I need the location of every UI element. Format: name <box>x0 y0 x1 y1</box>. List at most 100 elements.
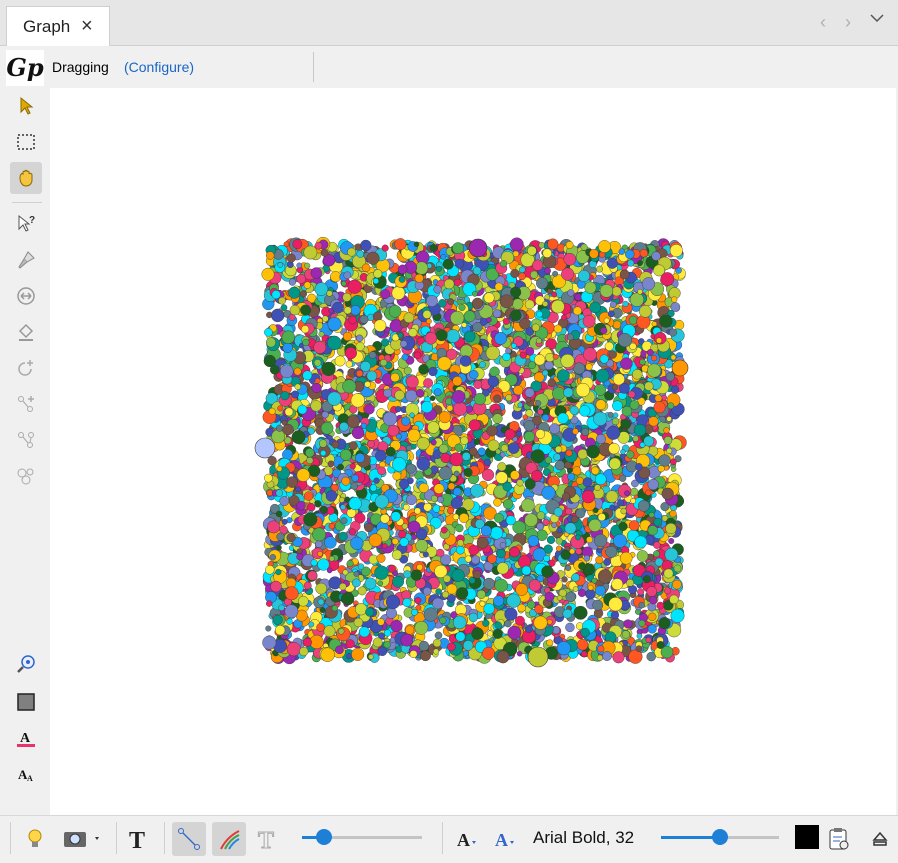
graph-node[interactable] <box>313 359 322 367</box>
graph-node[interactable] <box>598 240 611 253</box>
graph-node[interactable] <box>581 490 595 504</box>
graph-node[interactable] <box>591 466 600 475</box>
graph-node[interactable] <box>512 250 520 258</box>
graph-node[interactable] <box>355 341 365 351</box>
graph-node[interactable] <box>341 592 355 606</box>
graph-node[interactable] <box>639 304 652 318</box>
graph-node[interactable] <box>483 603 495 615</box>
graph-node[interactable] <box>355 603 368 616</box>
graph-node[interactable] <box>401 416 411 426</box>
graph-node[interactable] <box>366 251 380 265</box>
graph-node[interactable] <box>513 385 524 396</box>
graph-node[interactable] <box>546 619 553 625</box>
graph-node[interactable] <box>544 360 554 371</box>
graph-node[interactable] <box>476 536 489 549</box>
graph-node[interactable] <box>551 291 558 298</box>
graph-node[interactable] <box>440 254 447 260</box>
graph-node[interactable] <box>342 569 349 576</box>
graph-node[interactable] <box>578 562 586 570</box>
graph-node[interactable] <box>275 625 286 636</box>
graph-node[interactable] <box>595 585 606 596</box>
graph-node[interactable] <box>636 633 643 639</box>
graph-node[interactable] <box>320 647 335 662</box>
graph-node[interactable] <box>276 532 285 541</box>
graph-node[interactable] <box>422 310 432 319</box>
graph-node[interactable] <box>519 266 526 274</box>
graph-node[interactable] <box>455 545 465 555</box>
graph-node[interactable] <box>302 637 312 647</box>
graph-node[interactable] <box>612 320 622 330</box>
graph-node[interactable] <box>504 620 512 628</box>
graph-node[interactable] <box>368 351 377 359</box>
graph-node[interactable] <box>645 637 652 644</box>
graph-node[interactable] <box>364 404 375 415</box>
graph-node[interactable] <box>335 645 344 655</box>
graph-node[interactable] <box>386 607 398 619</box>
graph-node[interactable] <box>269 364 280 375</box>
graph-node[interactable] <box>608 457 621 470</box>
graph-node[interactable] <box>552 353 559 360</box>
graph-node[interactable] <box>331 605 338 612</box>
graph-node[interactable] <box>541 413 550 422</box>
graph-node[interactable] <box>567 289 575 297</box>
graph-node[interactable] <box>265 565 275 575</box>
graph-node[interactable] <box>628 315 638 325</box>
graph-node[interactable] <box>423 502 432 512</box>
graph-node[interactable] <box>471 291 478 297</box>
graph-node[interactable] <box>555 545 562 552</box>
graph-node[interactable] <box>399 478 410 490</box>
graph-node[interactable] <box>656 641 665 649</box>
graph-node[interactable] <box>473 380 483 389</box>
graph-node[interactable] <box>322 315 329 322</box>
graph-node[interactable] <box>310 559 318 567</box>
graph-node[interactable] <box>575 534 581 541</box>
graph-node[interactable] <box>647 478 659 491</box>
graph-node[interactable] <box>578 269 591 282</box>
graph-node[interactable] <box>673 564 682 573</box>
graph-node[interactable] <box>307 503 316 512</box>
graph-node[interactable] <box>603 317 610 324</box>
graph-node[interactable] <box>403 570 412 579</box>
graph-node[interactable] <box>588 518 602 532</box>
graph-node[interactable] <box>487 630 494 637</box>
graph-node[interactable] <box>303 581 312 590</box>
graph-node[interactable] <box>524 299 535 310</box>
graph-node[interactable] <box>314 377 321 384</box>
graph-node[interactable] <box>499 294 514 309</box>
graph-node[interactable] <box>351 426 365 440</box>
graph-node[interactable] <box>542 300 549 307</box>
graph-node[interactable] <box>330 271 342 283</box>
graph-node[interactable] <box>515 583 529 596</box>
graph-node[interactable] <box>296 273 306 284</box>
graph-node[interactable] <box>269 554 277 561</box>
graph-node[interactable] <box>646 349 654 356</box>
graph-node[interactable] <box>516 650 523 657</box>
graph-node[interactable] <box>505 394 513 402</box>
graph-node[interactable] <box>648 416 659 427</box>
graph-node[interactable] <box>597 645 605 653</box>
graph-node[interactable] <box>499 451 506 458</box>
graph-node[interactable] <box>565 591 576 602</box>
graph-node[interactable] <box>571 515 579 524</box>
graph-node[interactable] <box>300 290 308 298</box>
graph-node[interactable] <box>468 545 479 556</box>
graph-nodes[interactable] <box>254 236 689 668</box>
graph-node[interactable] <box>423 587 432 596</box>
pointer-icon[interactable] <box>10 90 42 122</box>
graph-node[interactable] <box>284 604 299 619</box>
graph-node[interactable] <box>373 319 387 332</box>
graph-node[interactable] <box>265 625 272 632</box>
graph-node[interactable] <box>267 520 281 534</box>
graph-node[interactable] <box>547 378 556 387</box>
graph-node[interactable] <box>560 549 571 560</box>
graph-node[interactable] <box>487 375 500 388</box>
graph-node[interactable] <box>369 484 378 492</box>
cluster-icon[interactable] <box>10 460 42 492</box>
graph-node[interactable] <box>341 280 347 287</box>
graph-node[interactable] <box>438 299 447 308</box>
graph-node[interactable] <box>350 482 358 490</box>
graph-node[interactable] <box>311 382 322 394</box>
graph-node[interactable] <box>639 358 646 366</box>
graph-node[interactable] <box>350 536 364 550</box>
graph-node[interactable] <box>561 576 568 583</box>
